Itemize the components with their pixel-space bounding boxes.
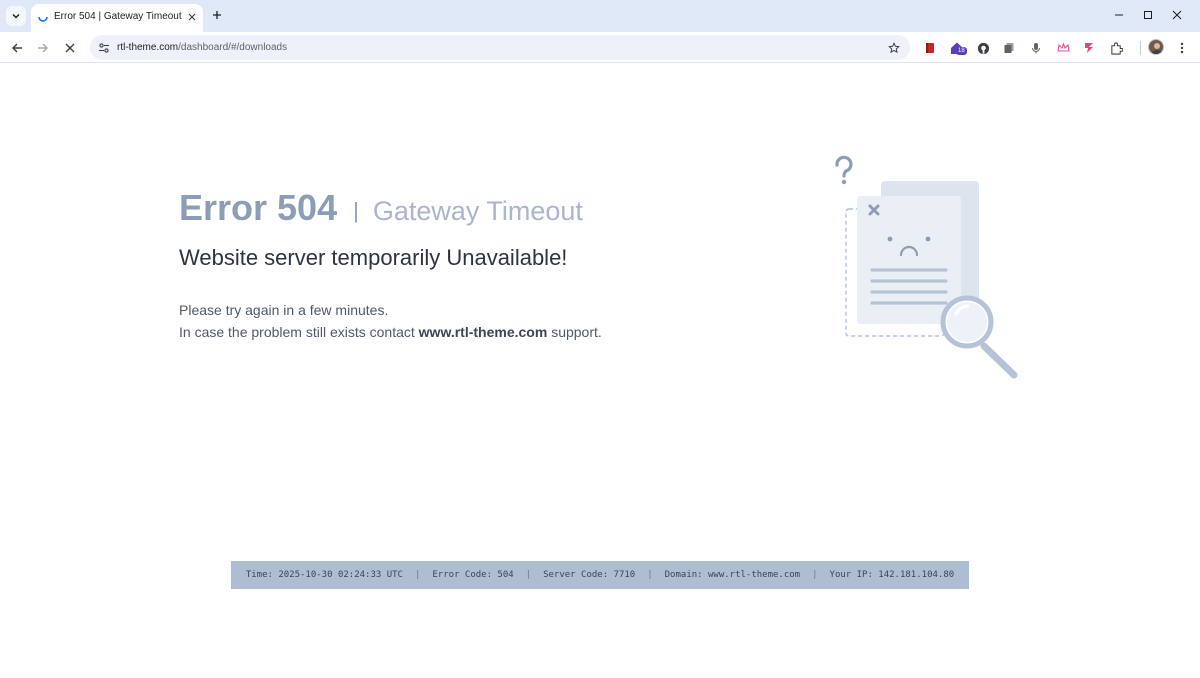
crown-icon <box>1056 42 1070 52</box>
error-code: Error 504 <box>179 187 338 228</box>
url-host: rtl-theme.com <box>117 42 179 53</box>
extension-crown-button[interactable] <box>1053 38 1073 58</box>
error-name: Gateway Timeout <box>372 196 583 226</box>
new-tab-button[interactable] <box>208 6 226 24</box>
broken-document-illustration <box>835 155 1018 379</box>
forward-button[interactable] <box>32 37 54 59</box>
message-prefix: In case the problem still exists contact <box>179 324 415 340</box>
address-bar[interactable]: rtl-theme.com/dashboard/#/downloads <box>90 35 910 60</box>
site-info-button[interactable] <box>96 40 112 56</box>
browser-toolbar: rtl-theme.com/dashboard/#/downloads 18 <box>0 32 1200 63</box>
minimize-icon <box>1115 14 1123 16</box>
magnifier-icon <box>940 295 1018 379</box>
extension-github-button[interactable] <box>973 38 993 58</box>
back-button[interactable] <box>6 37 28 59</box>
footer-error-code: Error Code: 504 <box>432 570 514 580</box>
more-vertical-icon <box>1180 42 1184 54</box>
footer-domain: Domain: www.rtl-theme.com <box>664 570 801 580</box>
profile-avatar[interactable] <box>1148 39 1164 55</box>
footer-ip: Your IP: 142.181.104.80 <box>829 570 955 580</box>
message-suffix: support. <box>551 324 602 340</box>
question-mark-icon <box>835 155 853 185</box>
error-page: Error 504 | Gateway Timeout Website server… <box>0 64 1200 678</box>
front-page <box>857 196 961 324</box>
url-path: /dashboard/#/downloads <box>178 42 288 53</box>
flag-icon <box>1085 43 1093 53</box>
headline-divider: | <box>353 198 359 223</box>
minimize-button[interactable] <box>1105 4 1133 26</box>
close-window-button[interactable] <box>1163 4 1191 26</box>
extension-flag-button[interactable] <box>1079 38 1099 58</box>
error-message-line1: Please try again in a few minutes. <box>179 302 389 318</box>
puzzle-icon <box>1110 41 1123 55</box>
browser-titlebar: Error 504 | Gateway Timeout <box>0 0 1200 32</box>
footer-separator: | <box>525 570 532 580</box>
extension-badge: 18 <box>956 47 967 55</box>
extension-home-button[interactable]: 18 <box>947 38 967 58</box>
chevron-down-icon <box>12 14 20 19</box>
footer-server-code: Server Code: 7710 <box>543 570 636 580</box>
maximize-icon <box>1144 11 1152 19</box>
loading-spinner-icon <box>38 16 48 22</box>
error-message-line2: In case the problem still exists contact… <box>179 324 602 340</box>
tab-active[interactable]: Error 504 | Gateway Timeout <box>31 4 203 32</box>
browser-menu-button[interactable] <box>1172 38 1192 58</box>
error-headline: Error 504 | Gateway Timeout <box>179 187 583 229</box>
plus-icon <box>213 11 221 19</box>
close-icon <box>188 13 196 21</box>
microphone-icon <box>1032 43 1040 54</box>
tab-title: Error 504 | Gateway Timeout <box>54 11 182 22</box>
tab-close-button[interactable] <box>185 10 199 24</box>
extension-copy-button[interactable] <box>999 38 1019 58</box>
copy-icon <box>1004 43 1014 53</box>
support-domain-link[interactable]: www.rtl-theme.com <box>419 324 548 340</box>
footer-separator: | <box>414 570 421 580</box>
extension-book-button[interactable] <box>920 38 940 58</box>
star-icon <box>888 42 900 54</box>
close-icon <box>65 43 75 53</box>
toolbar-separator <box>1140 41 1141 55</box>
error-details-bar: Time: 2025-10-30 02:24:33 UTC | Error Co… <box>231 561 969 589</box>
extension-microphone-button[interactable] <box>1026 38 1046 58</box>
close-icon <box>1172 10 1182 20</box>
github-icon <box>977 42 989 54</box>
profile-icon <box>1151 43 1163 54</box>
book-icon <box>926 43 934 53</box>
tab-search-button[interactable] <box>6 6 26 26</box>
arrow-right-icon <box>38 43 48 53</box>
footer-time: Time: 2025-10-30 02:24:33 UTC <box>245 570 403 580</box>
arrow-left-icon <box>12 43 22 53</box>
tune-icon <box>99 43 109 53</box>
maximize-button[interactable] <box>1134 4 1162 26</box>
stop-loading-button[interactable] <box>59 37 81 59</box>
error-subtitle: Website server temporarily Unavailable! <box>179 245 568 270</box>
footer-separator: | <box>812 570 818 580</box>
footer-separator: | <box>647 570 653 580</box>
extensions-menu-button[interactable] <box>1106 38 1126 58</box>
bookmark-button[interactable] <box>886 40 902 56</box>
url-text: rtl-theme.com/dashboard/#/downloads <box>117 42 287 53</box>
